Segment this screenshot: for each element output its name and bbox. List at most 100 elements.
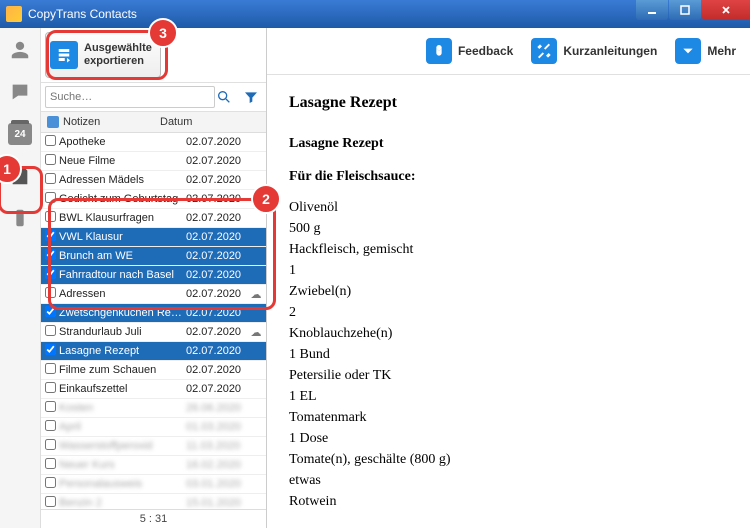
- table-row[interactable]: VWL Klausur02.07.2020: [41, 228, 266, 247]
- row-name: Neuer Kurs: [57, 459, 186, 471]
- filter-button[interactable]: [240, 86, 262, 108]
- app-icon: [6, 6, 22, 22]
- note-line: Rotwein: [289, 491, 730, 512]
- row-checkbox[interactable]: [43, 230, 57, 244]
- note-line: Tomate(n), geschälte (800 g): [289, 449, 730, 470]
- more-button[interactable]: Mehr: [669, 35, 742, 67]
- list-panel: Ausgewählteexportieren Notizen Datum Apo…: [41, 28, 267, 528]
- annotation-marker-3: 3: [148, 18, 178, 48]
- row-checkbox[interactable]: [43, 211, 57, 225]
- table-row[interactable]: Zwetschgenkuchen Rezept02.07.2020: [41, 304, 266, 323]
- close-button[interactable]: [702, 0, 750, 20]
- chevron-down-icon: [675, 38, 701, 64]
- note-line: Hackfleisch, gemischt: [289, 239, 730, 260]
- row-checkbox[interactable]: [43, 382, 57, 396]
- table-row[interactable]: Kosten26.06.2020: [41, 399, 266, 418]
- export-selected-button[interactable]: Ausgewählteexportieren: [45, 32, 161, 78]
- row-checkbox[interactable]: [43, 439, 57, 453]
- header-name[interactable]: Notizen: [41, 112, 154, 132]
- table-row[interactable]: Strandurlaub Juli02.07.2020☁: [41, 323, 266, 342]
- row-date: 02.07.2020: [186, 345, 248, 357]
- device-icon[interactable]: [6, 204, 34, 232]
- row-checkbox[interactable]: [43, 154, 57, 168]
- table-row[interactable]: April01.03.2020: [41, 418, 266, 437]
- guides-button[interactable]: Kurzanleitungen: [525, 35, 663, 67]
- feedback-icon: [426, 38, 452, 64]
- list-header: Notizen Datum: [41, 112, 266, 133]
- notes-list[interactable]: Apotheke02.07.2020Neue Filme02.07.2020Ad…: [41, 133, 266, 509]
- messages-icon[interactable]: [6, 78, 34, 106]
- row-name: Fahrradtour nach Basel: [57, 269, 186, 281]
- header-cloud: [236, 112, 266, 132]
- row-date: 15.01.2020: [186, 497, 248, 509]
- calendar-badge: 24: [8, 123, 32, 145]
- maximize-button[interactable]: [669, 0, 701, 20]
- table-row[interactable]: Lasagne Rezept02.07.2020: [41, 342, 266, 361]
- note-line: 1 EL: [289, 386, 730, 407]
- table-row[interactable]: Benzin 215.01.2020: [41, 494, 266, 509]
- row-checkbox[interactable]: [43, 287, 57, 301]
- row-checkbox[interactable]: [43, 325, 57, 339]
- notes-column-icon: [47, 116, 59, 128]
- search-icon[interactable]: [216, 89, 232, 108]
- row-checkbox[interactable]: [43, 173, 57, 187]
- row-checkbox[interactable]: [43, 458, 57, 472]
- row-checkbox[interactable]: [43, 401, 57, 415]
- row-name: Personalausweis: [57, 478, 186, 490]
- export-icon: [50, 41, 78, 69]
- table-row[interactable]: Fahrradtour nach Basel02.07.2020: [41, 266, 266, 285]
- cloud-icon: ☁: [248, 288, 264, 301]
- row-checkbox[interactable]: [43, 268, 57, 282]
- row-date: 03.01.2020: [186, 478, 248, 490]
- row-name: Zwetschgenkuchen Rezept: [57, 307, 186, 319]
- search-input[interactable]: [45, 86, 215, 108]
- table-row[interactable]: Filme zum Schauen02.07.2020: [41, 361, 266, 380]
- table-row[interactable]: Neue Filme02.07.2020: [41, 152, 266, 171]
- row-checkbox[interactable]: [43, 135, 57, 149]
- feedback-button[interactable]: Feedback: [420, 35, 519, 67]
- note-line: Olivenöl: [289, 197, 730, 218]
- app-window: CopyTrans Contacts 24 Ausgewählteexporti…: [0, 0, 750, 528]
- contacts-icon[interactable]: [6, 36, 34, 64]
- row-date: 02.07.2020: [186, 231, 248, 243]
- status-bar: 5 : 31: [41, 509, 266, 528]
- search-row: [41, 83, 266, 112]
- window-title: CopyTrans Contacts: [28, 7, 137, 21]
- table-row[interactable]: Apotheke02.07.2020: [41, 133, 266, 152]
- row-date: 02.07.2020: [186, 212, 248, 224]
- table-row[interactable]: Adressen02.07.2020☁: [41, 285, 266, 304]
- row-name: Brunch am WE: [57, 250, 186, 262]
- row-date: 02.07.2020: [186, 250, 248, 262]
- header-date[interactable]: Datum: [154, 112, 236, 132]
- row-date: 02.07.2020: [186, 269, 248, 281]
- table-row[interactable]: Personalausweis03.01.2020: [41, 475, 266, 494]
- table-row[interactable]: Wasserstoffperoxid11.03.2020: [41, 437, 266, 456]
- table-row[interactable]: Adressen Mädels02.07.2020: [41, 171, 266, 190]
- table-row[interactable]: BWL Klausurfragen02.07.2020: [41, 209, 266, 228]
- minimize-button[interactable]: [636, 0, 668, 20]
- table-row[interactable]: Gedicht zum Geburtstag02.07.2020: [41, 190, 266, 209]
- table-row[interactable]: Brunch am WE02.07.2020: [41, 247, 266, 266]
- row-name: Strandurlaub Juli: [57, 326, 186, 338]
- table-row[interactable]: Neuer Kurs16.02.2020: [41, 456, 266, 475]
- note-line: 2: [289, 302, 730, 323]
- note-line: Zwiebel(n): [289, 281, 730, 302]
- row-checkbox[interactable]: [43, 306, 57, 320]
- note-content[interactable]: Lasagne Rezept Lasagne Rezept Für die Fl…: [267, 75, 750, 528]
- calendar-icon[interactable]: 24: [6, 120, 34, 148]
- row-date: 02.07.2020: [186, 307, 248, 319]
- note-line: 1 Dose: [289, 428, 730, 449]
- row-name: Kosten: [57, 402, 186, 414]
- row-checkbox[interactable]: [43, 420, 57, 434]
- row-date: 02.07.2020: [186, 155, 248, 167]
- row-date: 01.03.2020: [186, 421, 248, 433]
- row-checkbox[interactable]: [43, 363, 57, 377]
- row-checkbox[interactable]: [43, 496, 57, 509]
- row-checkbox[interactable]: [43, 249, 57, 263]
- table-row[interactable]: Einkaufszettel02.07.2020: [41, 380, 266, 399]
- row-checkbox[interactable]: [43, 192, 57, 206]
- note-line: etwas: [289, 470, 730, 491]
- row-checkbox[interactable]: [43, 344, 57, 358]
- row-checkbox[interactable]: [43, 477, 57, 491]
- note-subtitle: Lasagne Rezept: [289, 133, 730, 154]
